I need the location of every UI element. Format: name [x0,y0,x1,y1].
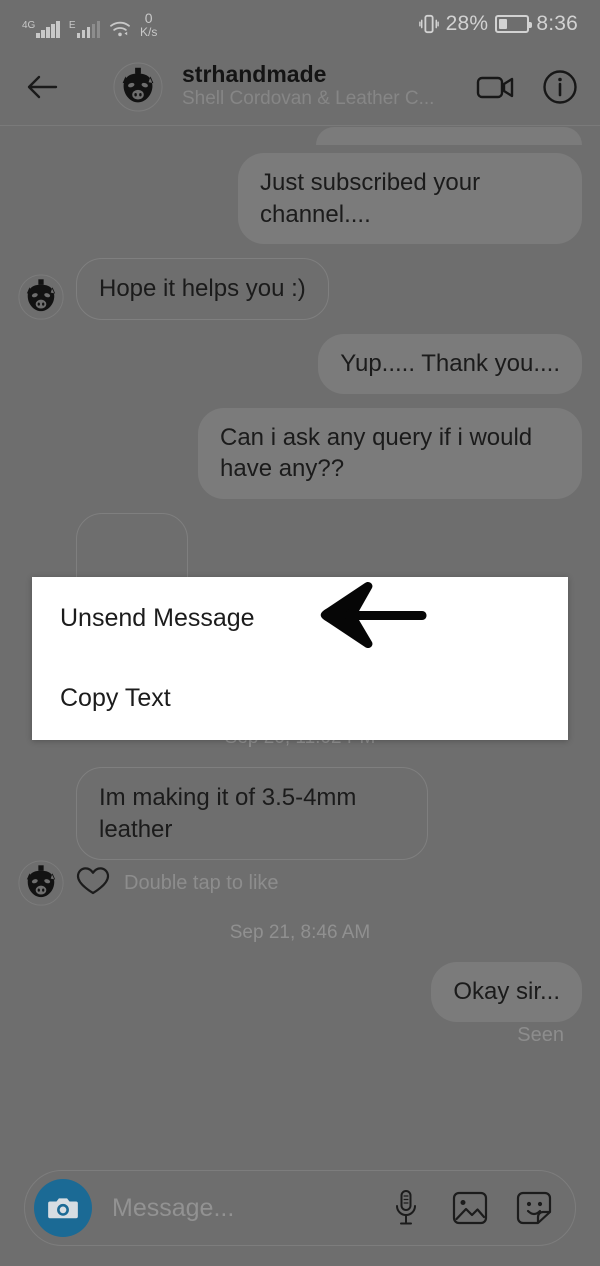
data-speed-unit: K/s [140,24,158,39]
message-bubble-outgoing[interactable]: Just subscribed your channel.... [238,153,582,245]
message-row: Can i ask any query if i would have any?… [18,407,582,500]
header-actions [476,67,580,107]
info-icon[interactable] [540,67,580,107]
message-composer: Message... [0,1160,600,1256]
header-text-block: strhandmade Shell Cordovan & Leather C..… [182,60,476,112]
back-button[interactable] [20,65,64,109]
avatar[interactable] [112,61,164,113]
wifi-icon [109,20,131,38]
message-row-partial [18,127,582,145]
menu-item-unsend-message[interactable]: Unsend Message [32,593,568,645]
sticker-icon[interactable] [515,1189,553,1227]
composer-pill[interactable]: Message... [24,1170,576,1246]
camera-button[interactable] [34,1179,92,1237]
message-row: Just subscribed your channel.... [18,153,582,245]
message-bubble-outgoing[interactable]: Okay sir... [431,962,582,1023]
gallery-icon[interactable] [451,1189,489,1227]
video-call-icon[interactable] [476,67,516,107]
avatar[interactable] [18,860,64,906]
message-row: Im making it of 3.5-4mm leather [18,767,582,861]
page-title: strhandmade [182,60,327,87]
header-subtitle: Shell Cordovan & Leather C... [182,88,435,110]
microphone-icon[interactable] [387,1189,425,1227]
signal-e-label: E [68,19,76,31]
message-bubble-partial[interactable] [316,127,582,145]
double-tap-hint: Double tap to like [124,871,279,894]
chat-header: strhandmade Shell Cordovan & Leather C..… [0,48,600,126]
context-menu-dialog[interactable]: Unsend Message Copy Text [32,577,568,740]
message-row: Hope it helps you :) [18,258,582,321]
phone-screen: 4G E 0 K/s 28% 8:36 strhandmade Shell Co… [0,0,600,1266]
battery-icon [495,15,533,33]
message-bubble-outgoing[interactable]: Can i ask any query if i would have any?… [198,407,582,500]
battery-percent: 28% [445,12,489,35]
signal-4g-label: 4G [22,19,36,31]
vibrate-icon [418,13,439,35]
signal-e-icon: E [68,19,101,38]
heart-icon[interactable] [76,866,110,901]
status-bar-left: 4G E 0 K/s [22,11,157,38]
composer-actions [387,1189,553,1227]
message-bubble-incoming[interactable]: Im making it of 3.5-4mm leather [76,767,428,861]
message-row: Yup..... Thank you.... [18,334,582,394]
status-bar-right: 28% 8:36 [418,12,578,36]
data-speed-value: 0 [144,9,153,26]
message-bubble-outgoing[interactable]: Yup..... Thank you.... [318,334,582,394]
data-speed-indicator: 0 K/s [140,11,157,38]
message-input[interactable]: Message... [112,1194,387,1223]
timestamp-divider: Sep 21, 8:46 AM [229,922,371,944]
avatar[interactable] [18,274,64,320]
message-row: Okay sir... [18,962,582,1023]
signal-4g-icon: 4G [22,19,60,38]
status-bar: 4G E 0 K/s 28% 8:36 [0,0,600,48]
seen-status: Seen [517,1024,564,1047]
bottom-nav-bar [0,1258,600,1266]
message-bubble-incoming[interactable]: Hope it helps you :) [76,258,329,321]
status-clock: 8:36 [536,12,578,35]
menu-item-copy-text[interactable]: Copy Text [32,673,568,725]
double-tap-like-row: Double tap to like [18,860,582,906]
